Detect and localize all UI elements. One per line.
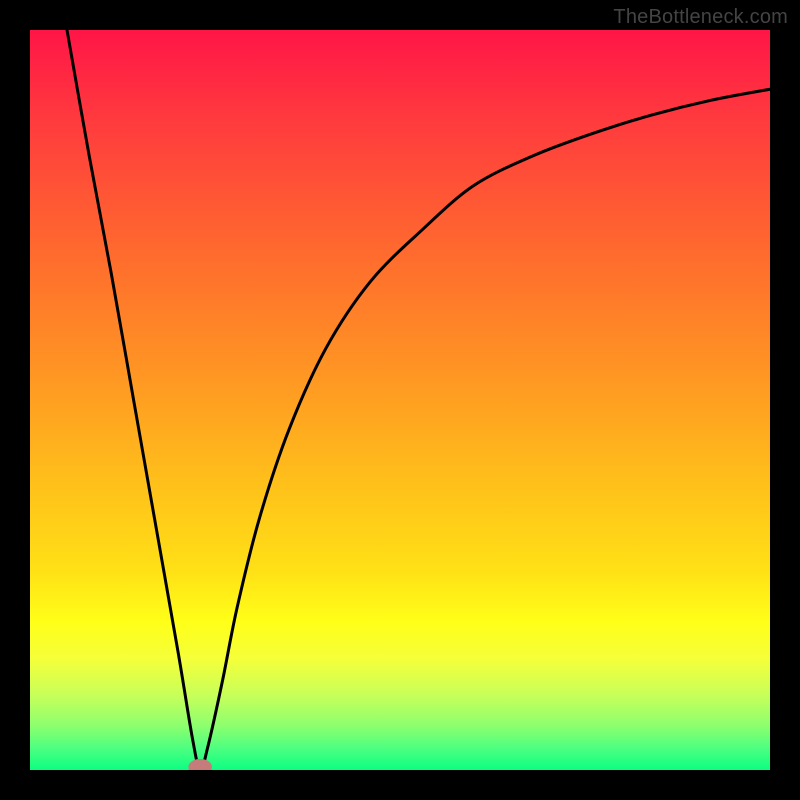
bottleneck-curve [67, 30, 770, 770]
watermark-text: TheBottleneck.com [613, 6, 788, 29]
curve-layer [30, 30, 770, 770]
chart-frame [30, 30, 770, 770]
minimum-marker [188, 759, 212, 770]
